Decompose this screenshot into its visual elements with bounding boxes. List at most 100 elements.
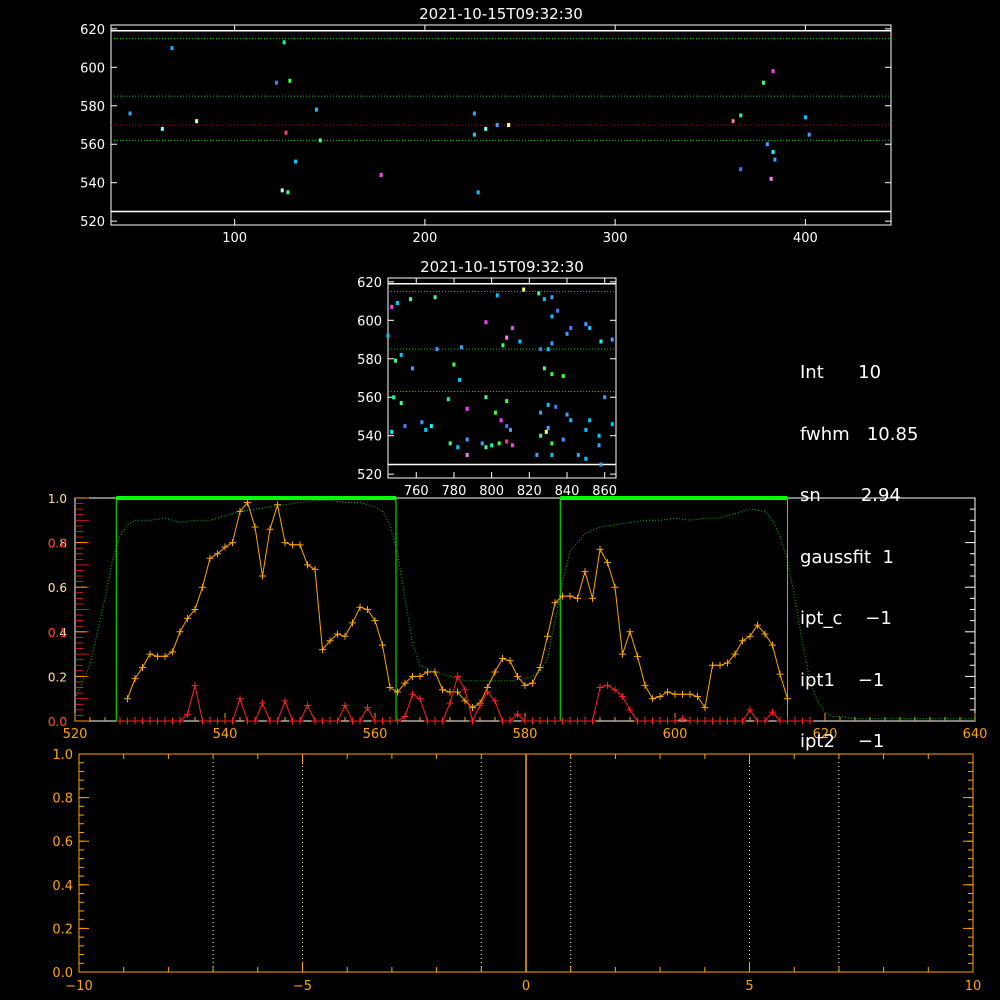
scan-point (546, 402, 550, 407)
y-tick-label: 0.8 (52, 792, 73, 807)
profile-point (131, 717, 139, 725)
scan-point (465, 452, 469, 457)
x-tick-label: 560 (363, 727, 388, 742)
profile-point (619, 650, 626, 658)
profile-point (656, 692, 664, 700)
middle-scan-plot: 2021-10-15T09:32:30760 780 800 820 840 860520… (357, 258, 617, 499)
x-tick-label: 820 (517, 484, 542, 499)
y-tick-label: 520 (80, 215, 105, 230)
profile-point (251, 523, 259, 531)
scan-point (484, 126, 488, 131)
scan-point (546, 347, 550, 352)
profile-point (731, 717, 739, 725)
scan-point (275, 80, 279, 85)
white-y-tick-label: 0.6 (48, 581, 67, 595)
scan-point (739, 167, 743, 172)
info-line-sn: sn 2.94 (800, 485, 901, 506)
scan-point (510, 326, 514, 330)
profile-point (724, 717, 731, 725)
scan-point (459, 345, 463, 350)
scan-point (803, 115, 807, 120)
x-tick-label: 760 (404, 484, 429, 499)
profile-point (649, 717, 656, 725)
scan-point (390, 429, 394, 434)
profile-point (581, 568, 589, 576)
profile-point (116, 717, 124, 725)
scan-point (379, 173, 383, 177)
y-tick-label: 0.2 (52, 922, 73, 937)
scan-point (565, 331, 569, 336)
offset-plot: −10 −5 0 5 10 0.0 0.2 0.4 0.6 0.8 1.0 (52, 748, 981, 994)
scan-point (288, 78, 292, 83)
profile-point (274, 717, 281, 725)
profile-point (364, 704, 371, 712)
profile-point (341, 632, 349, 640)
profile-point (551, 717, 559, 725)
profile-point (154, 717, 161, 725)
profile-point (139, 663, 146, 671)
scan-point (584, 322, 588, 327)
profile-point (664, 688, 671, 696)
scan-point (597, 433, 601, 438)
scan-point (128, 111, 132, 116)
scan-point (314, 107, 318, 112)
plot-title: 2021-10-15T09:32:30 (420, 258, 584, 276)
scan-point (395, 301, 399, 305)
scan-point (458, 377, 462, 382)
scan-point (588, 418, 592, 423)
profile-point (304, 561, 311, 569)
scan-point (294, 159, 298, 164)
scan-point (569, 418, 573, 423)
scan-point (465, 406, 469, 411)
y-tick-label: 560 (357, 391, 382, 406)
scan-point (318, 138, 322, 143)
profile-point (544, 632, 551, 640)
profile-point (326, 717, 334, 725)
profile-point (251, 717, 259, 725)
profile-point (469, 717, 476, 725)
profile-point (671, 690, 679, 698)
info-line-fwhm: fwhm 10.85 (800, 423, 919, 445)
profile-point (334, 717, 341, 725)
x-tick-label: 800 (479, 484, 504, 499)
profile-point (311, 565, 319, 573)
profile-point (154, 652, 161, 660)
x-tick-label: 10 (965, 979, 982, 994)
scan-point (472, 111, 476, 116)
profile-point (679, 690, 686, 698)
profile-point (589, 717, 596, 725)
x-tick-label: 5 (745, 979, 753, 994)
x-tick-label: 580 (513, 727, 538, 742)
profile-point (454, 672, 461, 680)
profile-point (416, 672, 424, 680)
scan-point (429, 424, 433, 429)
profile-point (596, 684, 604, 692)
profile-point (574, 594, 581, 602)
profile-point (784, 695, 791, 703)
profile-point (536, 717, 544, 725)
scan-point (765, 142, 769, 147)
scan-point (160, 126, 164, 131)
scan-point (597, 443, 601, 448)
scan-point (195, 119, 199, 124)
scan-point (499, 418, 503, 423)
scan-point (550, 452, 554, 457)
profile-point (701, 704, 709, 712)
info-line-ipt1: ipt1 −1 (800, 669, 885, 691)
scan-point (539, 347, 543, 352)
profile-point (739, 637, 746, 645)
profile-point (566, 717, 574, 725)
scan-point (282, 40, 286, 45)
profile-point (199, 583, 206, 591)
profile-point (289, 717, 296, 725)
profile-point (379, 641, 386, 649)
profile-point (581, 717, 589, 725)
profile-point (236, 695, 244, 703)
y-tick-label: 600 (80, 61, 105, 76)
scan-point (550, 441, 554, 446)
scan-point (493, 410, 497, 415)
y-tick-label: 580 (80, 100, 105, 115)
y-tick-label: 580 (357, 353, 382, 368)
scan-point (476, 190, 480, 195)
scan-point (542, 297, 546, 302)
